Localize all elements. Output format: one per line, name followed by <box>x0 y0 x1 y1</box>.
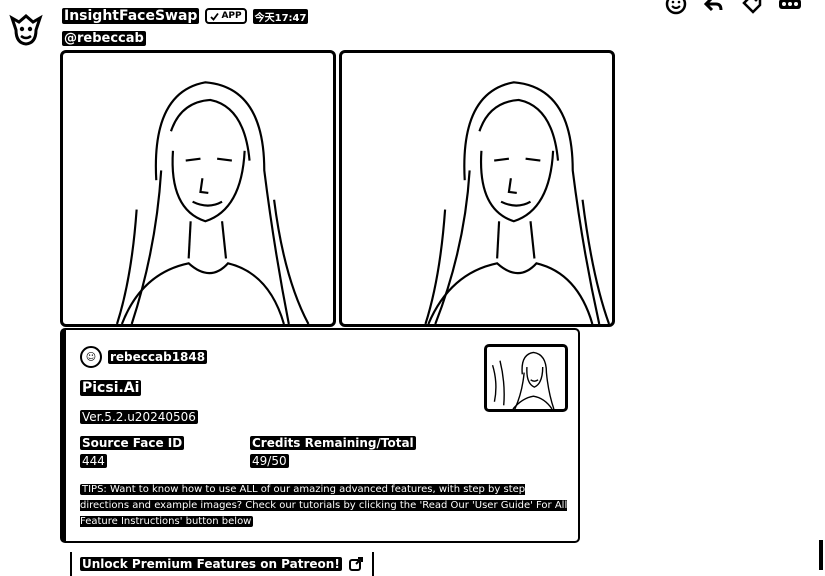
field-name: Credits Remaining/Total <box>250 436 416 450</box>
field-credits: Credits Remaining/Total 49/50 <box>250 436 416 468</box>
tips-text: TIPS: Want to know how to use ALL of our… <box>80 484 568 527</box>
tag-icon[interactable] <box>739 0 765 14</box>
scrollbar[interactable] <box>819 540 823 570</box>
author-avatar-icon: ☺ <box>80 346 102 368</box>
bot-avatar-icon[interactable] <box>8 12 44 48</box>
patreon-link-button[interactable]: Unlock Premium Features on Patreon! <box>70 552 374 576</box>
app-badge: APP <box>205 8 247 24</box>
author-name[interactable]: rebeccab1848 <box>108 350 208 364</box>
source-image[interactable] <box>339 50 615 327</box>
check-icon <box>210 12 220 21</box>
result-image[interactable] <box>60 50 336 327</box>
more-icon[interactable] <box>777 0 803 14</box>
field-value: 49/50 <box>250 454 289 468</box>
emoji-icon[interactable] <box>663 0 689 15</box>
timestamp: 今天17:47 <box>252 8 309 24</box>
user-mention[interactable]: @rebeccab <box>62 31 146 46</box>
embed-thumbnail[interactable] <box>484 344 568 412</box>
field-value: 444 <box>80 454 107 468</box>
image-attachments <box>60 50 615 327</box>
embed-title: Picsi.Ai <box>80 380 142 396</box>
app-badge-label: APP <box>221 11 242 21</box>
field-name: Source Face ID <box>80 436 185 450</box>
external-link-icon <box>348 557 363 571</box>
reply-icon[interactable] <box>701 0 727 14</box>
embed-version: Ver.5.2.u20240506 <box>80 410 198 424</box>
message-header: InsightFaceSwap APP 今天17:47 <box>62 8 309 24</box>
embed-author: ☺ rebeccab1848 <box>80 346 208 368</box>
embed-tips: TIPS: Want to know how to use ALL of our… <box>80 482 570 530</box>
message-actions <box>663 0 803 15</box>
result-embed: ☺ rebeccab1848 Picsi.Ai Ver.5.2.u2024050… <box>60 328 580 543</box>
bot-name[interactable]: InsightFaceSwap <box>62 8 200 24</box>
patreon-link-label: Unlock Premium Features on Patreon! <box>80 557 342 571</box>
field-source-face-id: Source Face ID 444 <box>80 436 185 468</box>
